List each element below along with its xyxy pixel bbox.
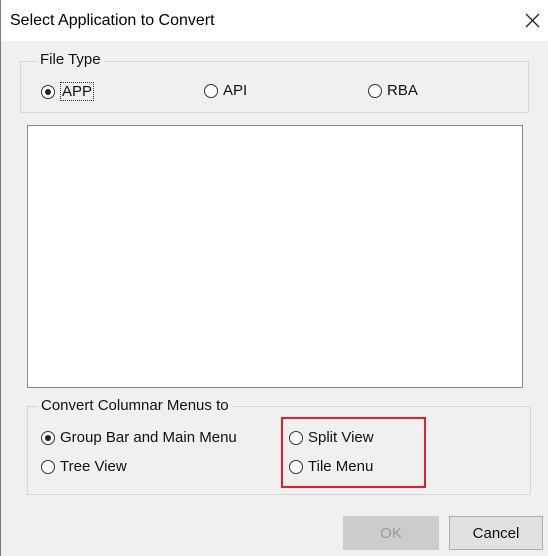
window-title: Select Application to Convert <box>10 12 215 29</box>
highlight-annotation <box>281 417 426 488</box>
convert-menus-legend: Convert Columnar Menus to <box>38 397 232 414</box>
close-button[interactable] <box>509 0 548 41</box>
group-bar-main-menu-label: Group Bar and Main Menu <box>60 429 237 446</box>
radio-indicator <box>41 459 55 474</box>
ok-button[interactable]: OK <box>343 516 439 550</box>
file-type-rba-label: RBA <box>387 82 418 99</box>
file-type-api-radio[interactable]: API <box>204 82 247 99</box>
radio-indicator <box>41 84 55 99</box>
radio-indicator <box>368 83 382 98</box>
tree-view-radio[interactable]: Tree View <box>41 458 127 475</box>
radio-indicator <box>204 83 218 98</box>
file-type-app-radio[interactable]: APP <box>41 82 95 101</box>
application-list[interactable] <box>27 125 523 388</box>
tree-view-label: Tree View <box>60 458 127 475</box>
convert-menus-group <box>27 406 531 495</box>
file-type-app-label: APP <box>60 82 95 101</box>
file-type-legend: File Type <box>37 51 104 68</box>
title-bar: Select Application to Convert <box>1 0 548 41</box>
cancel-button[interactable]: Cancel <box>449 516 543 550</box>
file-type-rba-radio[interactable]: RBA <box>368 82 418 99</box>
group-bar-main-menu-radio[interactable]: Group Bar and Main Menu <box>41 429 237 446</box>
file-type-group <box>20 61 529 113</box>
close-icon <box>525 13 540 28</box>
radio-indicator <box>41 430 55 445</box>
select-application-dialog: Select Application to Convert File Type … <box>0 0 548 556</box>
file-type-api-label: API <box>223 82 248 99</box>
